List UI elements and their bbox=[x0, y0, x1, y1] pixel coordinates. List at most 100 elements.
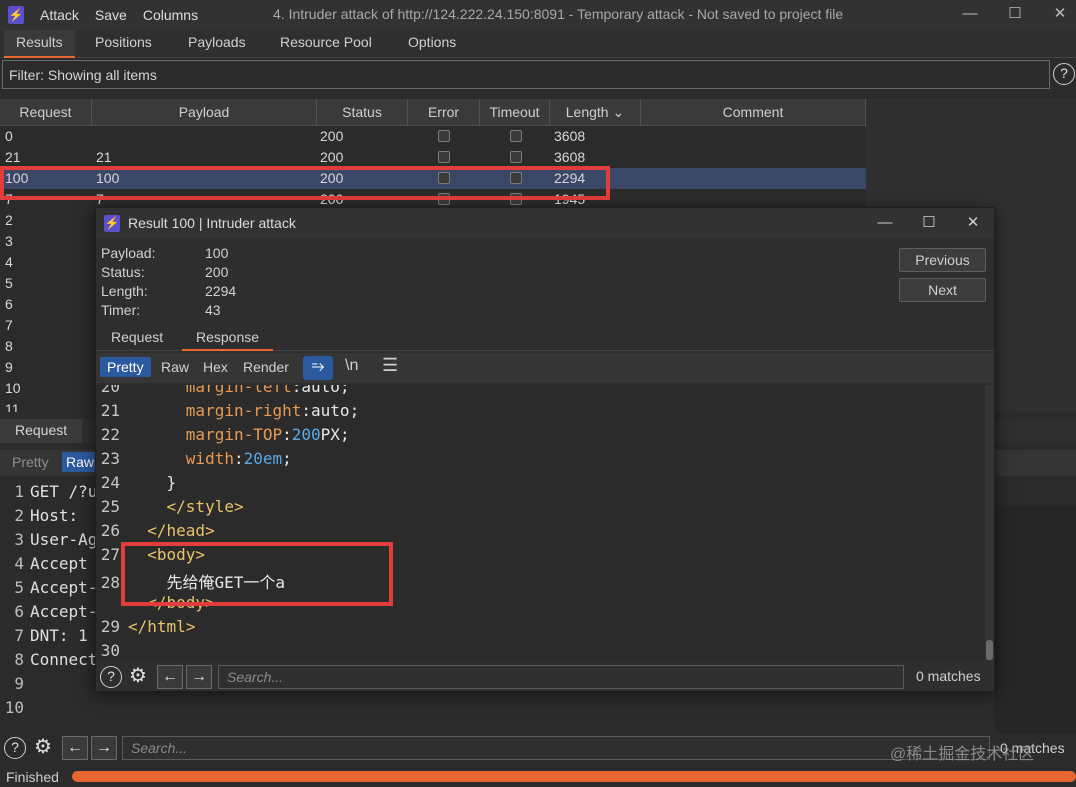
tab-positions[interactable]: Positions bbox=[95, 34, 152, 50]
result-tabs: Request Response bbox=[96, 325, 994, 351]
column-request[interactable]: Request bbox=[0, 99, 92, 126]
response-match-count: 0 matches bbox=[916, 668, 981, 684]
request-search-input[interactable]: Search... bbox=[122, 736, 990, 760]
status-label: Status: bbox=[101, 264, 145, 280]
cell-length: 3608 bbox=[554, 149, 586, 165]
menu-icon[interactable]: ☰ bbox=[382, 355, 398, 376]
code-line: 22 margin-TOP:200PX; bbox=[100, 425, 350, 444]
gear-icon[interactable]: ⚙ bbox=[32, 737, 54, 759]
cell-request: 4 bbox=[5, 254, 13, 270]
burp-logo-icon: ⚡ bbox=[104, 215, 120, 232]
table-header: Request Payload Status Error Timeout Len… bbox=[0, 99, 866, 126]
cell-request: 0 bbox=[5, 128, 13, 144]
timer-label: Timer: bbox=[101, 302, 141, 318]
table-row[interactable]: 21 21 200 3608 bbox=[0, 147, 866, 168]
word-wrap-icon[interactable]: ⥱ bbox=[303, 356, 333, 380]
minimize-icon[interactable]: — bbox=[875, 213, 895, 233]
code-line: 5 Accept- bbox=[14, 578, 98, 597]
tab-response[interactable]: Response bbox=[182, 325, 274, 351]
cell-length: 3608 bbox=[554, 128, 586, 144]
error-checkbox bbox=[438, 151, 450, 163]
next-button[interactable]: Next bbox=[899, 278, 986, 302]
column-timeout[interactable]: Timeout bbox=[480, 99, 550, 126]
main-tabs: Results Positions Payloads Resource Pool… bbox=[0, 30, 1076, 58]
cell-payload: 21 bbox=[96, 149, 112, 165]
maximize-icon[interactable]: ☐ bbox=[919, 213, 939, 233]
cell-request: 9 bbox=[5, 359, 13, 375]
watermark: @稀土掘金技术社区 bbox=[890, 746, 1035, 763]
pretty-button[interactable]: Pretty bbox=[12, 454, 49, 470]
column-length[interactable]: Length ⌄ bbox=[550, 99, 641, 126]
code-line: 7 DNT: 1 bbox=[14, 626, 88, 645]
render-button[interactable]: Render bbox=[243, 359, 289, 375]
code-line: 21 margin-right:auto; bbox=[100, 401, 360, 420]
highlight-box bbox=[0, 166, 610, 200]
column-payload[interactable]: Payload bbox=[92, 99, 317, 126]
response-editor[interactable]: 20 margin-left:auto; 21 margin-right:aut… bbox=[96, 385, 994, 661]
column-error[interactable]: Error bbox=[408, 99, 480, 126]
payload-label: Payload: bbox=[101, 245, 156, 261]
code-line: 20 margin-left:auto; bbox=[100, 385, 350, 396]
pretty-button[interactable]: Pretty bbox=[100, 357, 151, 377]
cell-request: 10 bbox=[5, 380, 21, 396]
status-value: 200 bbox=[205, 264, 229, 280]
burp-logo-icon: ⚡ bbox=[8, 6, 24, 24]
back-arrow-icon[interactable]: ← bbox=[62, 736, 88, 760]
tab-options[interactable]: Options bbox=[408, 34, 456, 50]
timeout-checkbox bbox=[510, 151, 522, 163]
forward-arrow-icon[interactable]: → bbox=[91, 736, 117, 760]
newline-toggle[interactable]: \n bbox=[345, 357, 358, 375]
help-icon[interactable]: ? bbox=[100, 666, 122, 688]
tab-resource-pool[interactable]: Resource Pool bbox=[280, 34, 372, 50]
code-line: 25 </style> bbox=[100, 497, 244, 516]
menu-attack[interactable]: Attack bbox=[40, 7, 79, 23]
help-icon[interactable]: ? bbox=[1053, 63, 1075, 85]
response-search-input[interactable]: Search... bbox=[218, 665, 904, 689]
status-text: Finished bbox=[6, 769, 59, 785]
cell-request: 11 bbox=[5, 401, 20, 412]
filter-bar[interactable]: Filter: Showing all items bbox=[2, 60, 1050, 89]
progress-bar bbox=[72, 771, 1076, 782]
cell-request: 2 bbox=[5, 212, 13, 228]
tab-results[interactable]: Results bbox=[4, 30, 75, 58]
forward-arrow-icon[interactable]: → bbox=[186, 665, 212, 689]
back-arrow-icon[interactable]: ← bbox=[157, 665, 183, 689]
response-view-bar: Pretty Raw Hex Render ⥱ \n ☰ bbox=[96, 353, 994, 383]
previous-button[interactable]: Previous bbox=[899, 248, 986, 272]
close-icon[interactable]: ✕ bbox=[1050, 4, 1070, 24]
scrollbar-thumb[interactable] bbox=[986, 640, 993, 660]
length-label: Length: bbox=[101, 283, 148, 299]
hex-button[interactable]: Hex bbox=[203, 359, 228, 375]
cell-request: 8 bbox=[5, 338, 13, 354]
close-icon[interactable]: ✕ bbox=[963, 213, 983, 233]
response-scrollbar[interactable] bbox=[985, 385, 994, 661]
minimize-icon[interactable]: — bbox=[960, 4, 980, 24]
request-editor-side bbox=[995, 505, 1076, 733]
column-status[interactable]: Status bbox=[317, 99, 408, 126]
cell-request: 3 bbox=[5, 233, 13, 249]
code-line: 9 bbox=[14, 674, 24, 693]
window-title: 4. Intruder attack of http://124.222.24.… bbox=[273, 6, 844, 22]
tab-request[interactable]: Request bbox=[111, 329, 163, 345]
cell-request: 5 bbox=[5, 275, 13, 291]
cell-request: 21 bbox=[5, 149, 21, 165]
cell-request: 6 bbox=[5, 296, 13, 312]
tab-request[interactable]: Request bbox=[0, 419, 83, 443]
gear-icon[interactable]: ⚙ bbox=[127, 666, 149, 688]
column-comment[interactable]: Comment bbox=[641, 99, 866, 126]
cell-request: 7 bbox=[5, 317, 13, 333]
raw-button[interactable]: Raw bbox=[62, 452, 99, 472]
menu-columns[interactable]: Columns bbox=[143, 7, 198, 23]
table-row[interactable]: 0 200 3608 bbox=[0, 126, 866, 147]
code-line: 8 Connect bbox=[14, 650, 98, 669]
cell-status: 200 bbox=[320, 128, 344, 144]
tab-payloads[interactable]: Payloads bbox=[188, 34, 246, 50]
response-search-bar: ? ⚙ ← → Search... 0 matches bbox=[96, 663, 994, 691]
payload-value: 100 bbox=[205, 245, 229, 261]
menu-save[interactable]: Save bbox=[95, 7, 127, 23]
code-line: 23 width:20em; bbox=[100, 449, 292, 468]
help-icon[interactable]: ? bbox=[4, 737, 26, 759]
raw-button[interactable]: Raw bbox=[161, 359, 189, 375]
code-line: 6 Accept- bbox=[14, 602, 98, 621]
maximize-icon[interactable]: ☐ bbox=[1005, 4, 1025, 24]
